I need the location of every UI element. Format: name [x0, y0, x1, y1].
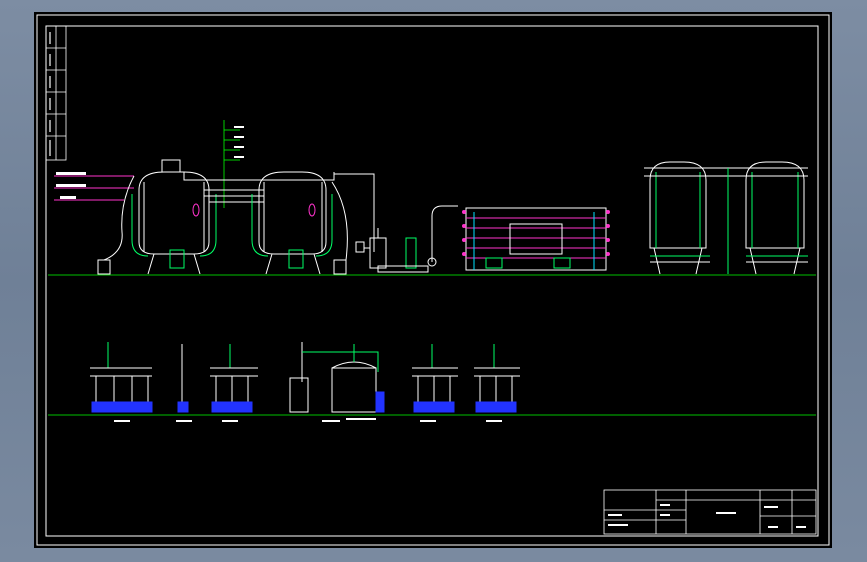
title-block	[603, 489, 817, 535]
revision-strip	[45, 25, 67, 161]
pump-skid-2	[177, 344, 189, 413]
pump-skid-4	[412, 344, 458, 413]
cartridge-filter-icon	[355, 228, 387, 269]
pump-skid-5	[474, 344, 520, 413]
filter-tank-icon	[251, 171, 333, 275]
inner-frame	[45, 25, 819, 537]
pump-skid-1	[90, 342, 153, 413]
header-pipes	[183, 172, 375, 252]
reverse-osmosis-rack-icon	[462, 207, 610, 271]
storage-tank-icon	[724, 161, 808, 275]
feed-pipe-2	[331, 181, 348, 261]
skid-captions	[114, 418, 502, 422]
pump-icon	[377, 237, 437, 273]
cad-drawing-sheet	[34, 12, 832, 548]
callout-leaders	[223, 120, 240, 208]
inlet-pipe-labels	[54, 172, 134, 201]
drain-block-2	[333, 259, 347, 275]
outer-frame	[36, 14, 830, 546]
filter-tank-icon	[131, 159, 217, 275]
storage-tank-icon	[289, 342, 385, 413]
pump-skid-3	[210, 344, 258, 413]
drain-block-1	[97, 259, 111, 275]
process-elevation-drawing	[36, 14, 830, 546]
feed-pipe-1	[103, 175, 135, 261]
storage-tank-icon	[644, 161, 724, 275]
transfer-pipe	[431, 205, 458, 262]
